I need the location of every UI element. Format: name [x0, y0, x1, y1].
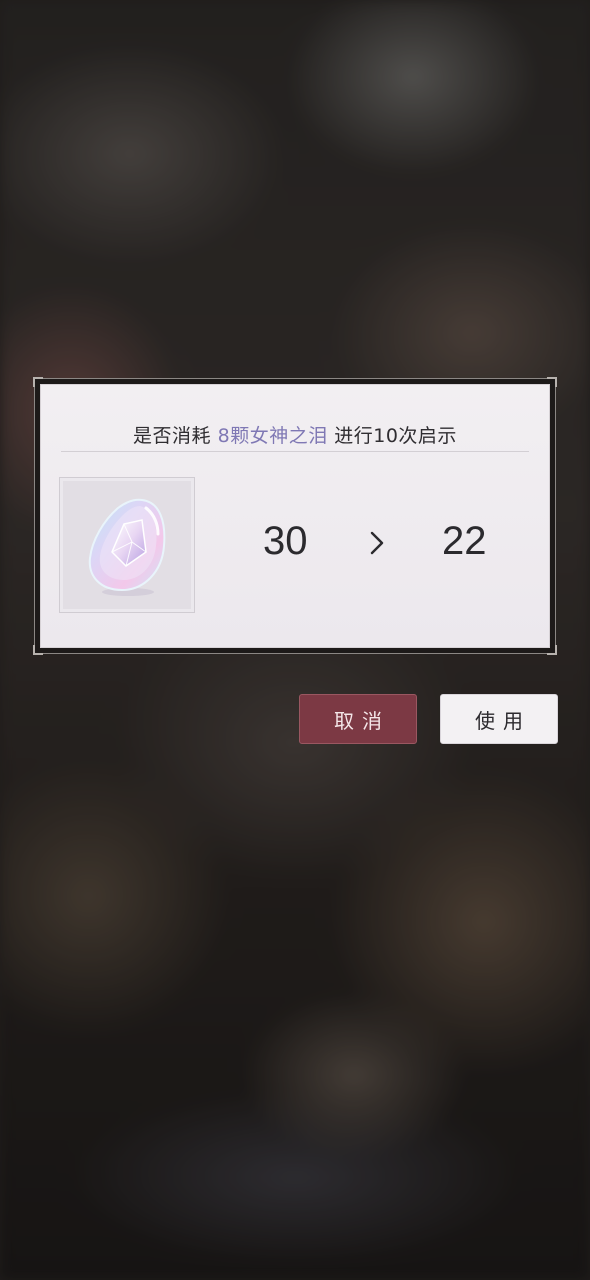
- dialog-panel: 是否消耗 8颗女神之泪 进行10次启示 30 22: [40, 384, 550, 648]
- item-slot[interactable]: [59, 477, 195, 613]
- chevron-right-icon: [370, 531, 384, 555]
- prompt-prefix: 是否消耗: [133, 425, 212, 447]
- divider: [61, 451, 529, 452]
- confirm-dialog: 是否消耗 8颗女神之泪 进行10次启示 30 22: [33, 377, 557, 655]
- count-before: 30: [263, 519, 308, 563]
- confirm-prompt: 是否消耗 8颗女神之泪 进行10次启示: [41, 421, 549, 448]
- prompt-suffix: 进行10次启示: [334, 425, 457, 447]
- prompt-item-name: 8颗女神之泪: [217, 425, 328, 447]
- cancel-button[interactable]: 取消: [299, 694, 417, 744]
- count-after: 22: [442, 519, 487, 563]
- goddess-tear-gem-icon: [88, 498, 166, 596]
- use-button[interactable]: 使用: [440, 694, 558, 744]
